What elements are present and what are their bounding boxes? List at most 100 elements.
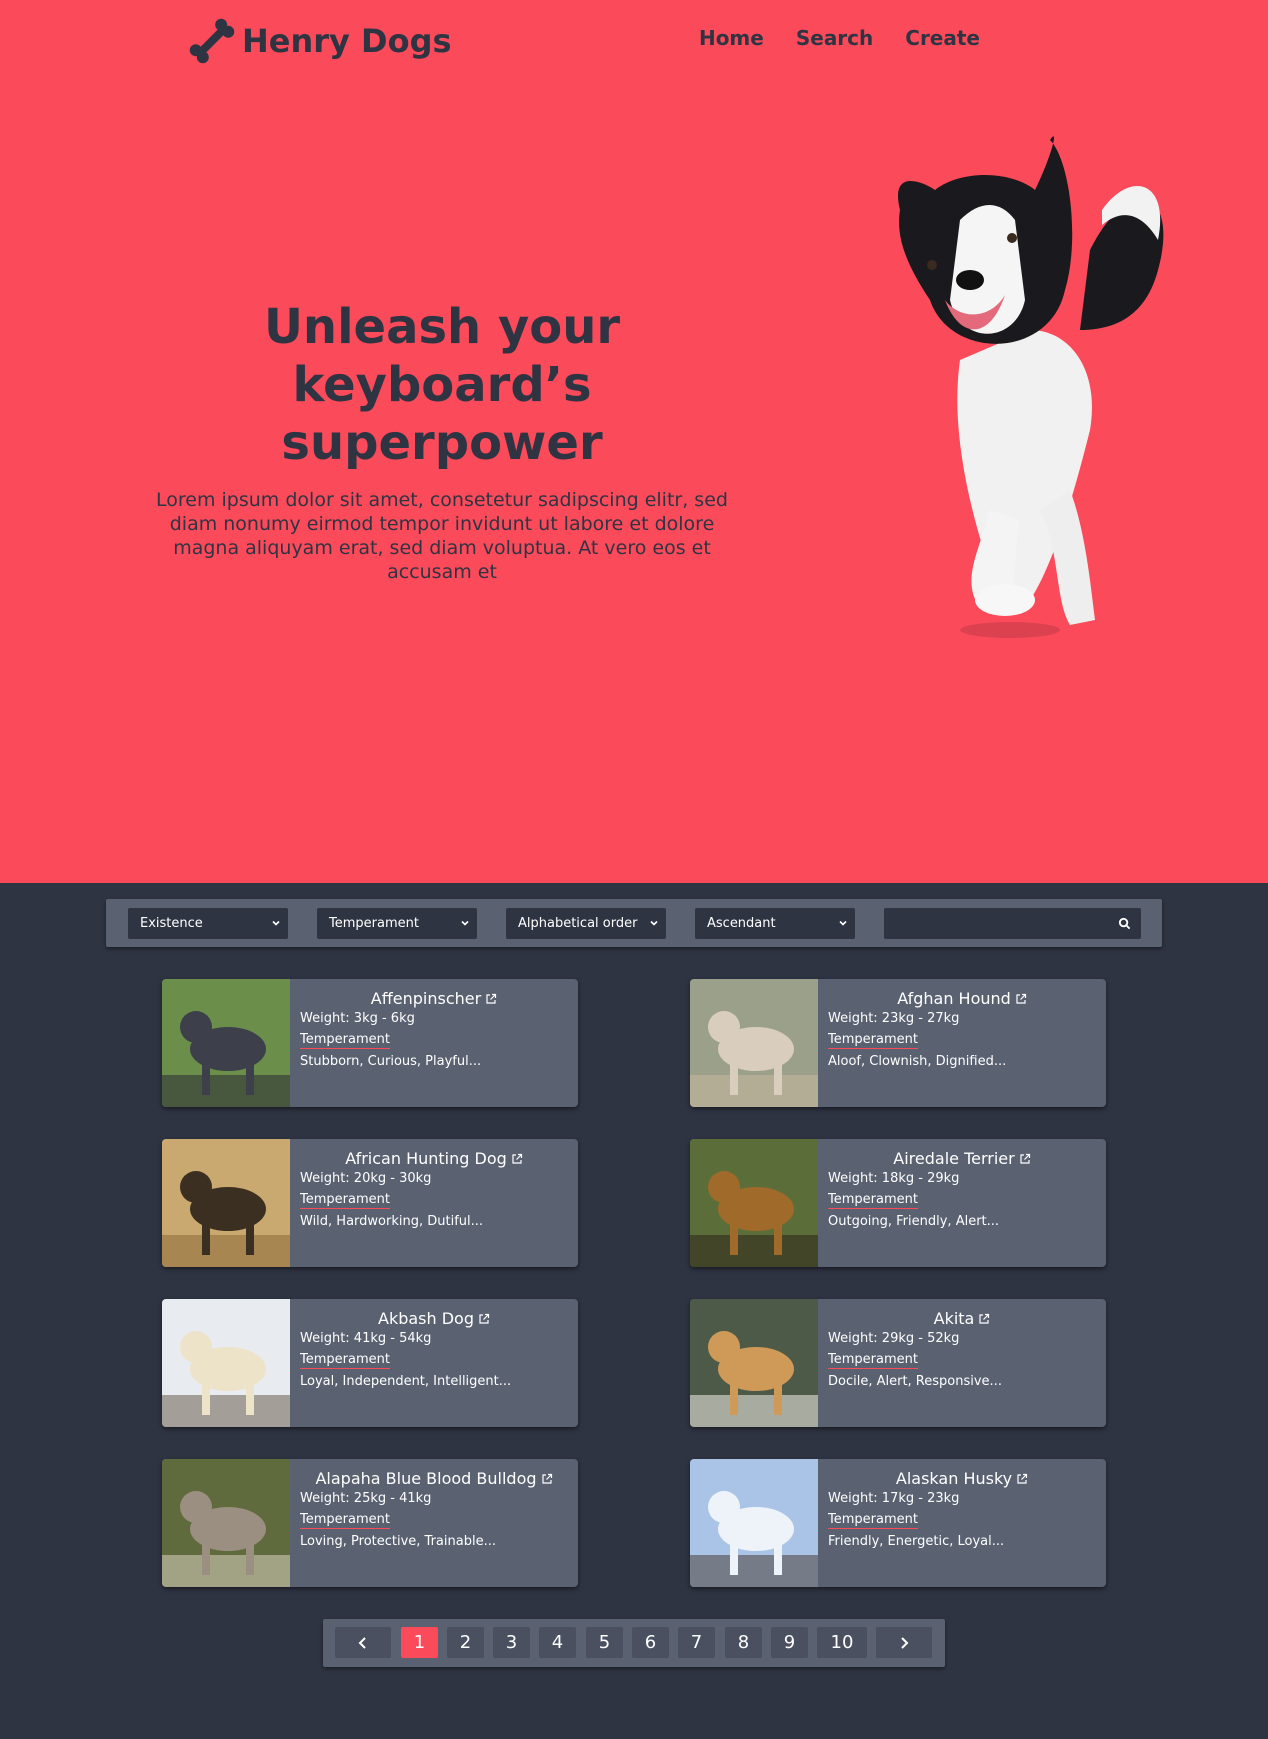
prev-page-button[interactable] (335, 1627, 391, 1658)
page-button-6[interactable]: 6 (632, 1627, 669, 1658)
temperament-label: Temperament (828, 1192, 918, 1209)
dog-card[interactable]: Affenpinscher Weight: 3kg - 6kg Temperam… (162, 979, 578, 1107)
dog-card[interactable]: Alapaha Blue Blood Bulldog Weight: 25kg … (162, 1459, 578, 1587)
nav-home[interactable]: Home (699, 26, 764, 50)
temperament-label: Temperament (300, 1032, 390, 1049)
logo[interactable]: Henry Dogs (186, 16, 452, 66)
logo-text: Henry Dogs (242, 22, 452, 60)
temperament-label: Temperament (300, 1192, 390, 1209)
temperament-label: Temperament (828, 1512, 918, 1529)
dog-name[interactable]: Akbash Dog (290, 1309, 578, 1328)
existence-select-value: Existence (140, 916, 203, 931)
page-button-2[interactable]: 2 (447, 1627, 484, 1658)
page-button-8[interactable]: 8 (725, 1627, 762, 1658)
dog-card[interactable]: Akbash Dog Weight: 41kg - 54kg Temperame… (162, 1299, 578, 1427)
order-select[interactable]: Alphabetical order (506, 908, 666, 939)
temperament-select[interactable]: Temperament (317, 908, 477, 939)
page-button-7[interactable]: 7 (678, 1627, 715, 1658)
dog-temperament: Stubborn, Curious, Playful... (300, 1054, 482, 1069)
dog-photo (162, 1459, 290, 1587)
dog-photo (162, 1299, 290, 1427)
search-input[interactable] (884, 908, 1108, 939)
dog-name[interactable]: Alapaha Blue Blood Bulldog (290, 1469, 578, 1488)
hero-title: Unleash your keyboard’s superpower (150, 298, 734, 472)
dog-temperament: Wild, Hardworking, Dutiful... (300, 1214, 484, 1229)
temperament-label: Temperament (300, 1512, 390, 1529)
page-button-9[interactable]: 9 (771, 1627, 808, 1658)
dog-photo (690, 1139, 818, 1267)
existence-select[interactable]: Existence (128, 908, 288, 939)
chevron-left-icon (358, 1636, 366, 1649)
hero-title-line-1: Unleash your (263, 299, 621, 355)
dog-name[interactable]: Airedale Terrier (818, 1149, 1106, 1168)
chevron-down-icon (839, 920, 847, 926)
chevron-down-icon (650, 920, 658, 926)
dog-card[interactable]: Airedale Terrier Weight: 18kg - 29kg Tem… (690, 1139, 1106, 1267)
bone-icon (189, 18, 235, 64)
dog-photo (162, 1139, 290, 1267)
external-link-icon (1016, 993, 1026, 1004)
search-icon (1118, 917, 1131, 930)
temperament-label: Temperament (828, 1352, 918, 1369)
dog-card[interactable]: Afghan Hound Weight: 23kg - 27kg Tempera… (690, 979, 1106, 1107)
dog-name-text: Akbash Dog (378, 1309, 474, 1328)
dog-card[interactable]: Akita Weight: 29kg - 52kg Temperament Do… (690, 1299, 1106, 1427)
dog-temperament: Friendly, Energetic, Loyal... (828, 1534, 1005, 1549)
dog-weight: Weight: 29kg - 52kg (828, 1331, 960, 1346)
pagination: 1 2 3 4 5 6 7 8 9 10 (323, 1619, 945, 1667)
dog-name-text: Alapaha Blue Blood Bulldog (315, 1469, 537, 1488)
page-button-4[interactable]: 4 (539, 1627, 576, 1658)
main-nav: Home Search Create (699, 26, 980, 50)
page-button-10[interactable]: 10 (817, 1627, 867, 1658)
external-link-icon (486, 993, 497, 1004)
dog-temperament: Aloof, Clownish, Dignified... (828, 1054, 1007, 1069)
direction-select[interactable]: Ascendant (695, 908, 855, 939)
dog-name[interactable]: Affenpinscher (290, 989, 578, 1008)
dog-name-text: Affenpinscher (370, 989, 482, 1008)
dog-name-text: Alaskan Husky (895, 1469, 1013, 1488)
dog-weight: Weight: 3kg - 6kg (300, 1011, 415, 1026)
dog-photo (690, 1299, 818, 1427)
dog-name[interactable]: Akita (818, 1309, 1106, 1328)
chevron-right-icon (901, 1636, 909, 1649)
dog-name[interactable]: African Hunting Dog (290, 1149, 578, 1168)
dog-temperament: Loyal, Independent, Intelligent... (300, 1374, 512, 1389)
dog-weight: Weight: 23kg - 27kg (828, 1011, 960, 1026)
chevron-down-icon (272, 920, 280, 926)
dog-temperament: Outgoing, Friendly, Alert... (828, 1214, 1000, 1229)
dog-name[interactable]: Alaskan Husky (818, 1469, 1106, 1488)
hero-title-line-3: superpower (281, 415, 603, 471)
next-page-button[interactable] (876, 1627, 932, 1658)
search-button[interactable] (1108, 908, 1141, 939)
nav-create[interactable]: Create (905, 26, 980, 50)
dog-temperament: Docile, Alert, Responsive... (828, 1374, 1002, 1389)
dog-photo (690, 979, 818, 1107)
hero-title-line-2: keyboard’s (292, 357, 592, 413)
external-link-icon (512, 1153, 522, 1164)
hero-description: Lorem ipsum dolor sit amet, consetetur s… (156, 489, 728, 583)
dog-card[interactable]: Alaskan Husky Weight: 17kg - 23kg Temper… (690, 1459, 1106, 1587)
dog-photo (162, 979, 290, 1107)
dog-name-text: Afghan Hound (897, 989, 1011, 1008)
dog-photo (690, 1459, 818, 1587)
page-button-1[interactable]: 1 (401, 1627, 438, 1658)
page-button-5[interactable]: 5 (586, 1627, 623, 1658)
chevron-down-icon (461, 920, 469, 926)
external-link-icon (541, 1473, 552, 1484)
dog-name[interactable]: Afghan Hound (818, 989, 1106, 1008)
page-button-3[interactable]: 3 (493, 1627, 530, 1658)
order-select-value: Alphabetical order (518, 916, 638, 931)
dog-name-text: Akita (933, 1309, 975, 1328)
dog-card[interactable]: African Hunting Dog Weight: 20kg - 30kg … (162, 1139, 578, 1267)
temperament-label: Temperament (300, 1352, 390, 1369)
dog-temperament: Loving, Protective, Trainable... (300, 1534, 496, 1549)
dog-weight: Weight: 17kg - 23kg (828, 1491, 960, 1506)
external-link-icon (1020, 1153, 1030, 1164)
dog-name-text: African Hunting Dog (345, 1149, 507, 1168)
filter-bar: Existence Temperament Alphabetical order… (106, 899, 1162, 947)
hero-section: Henry Dogs Home Search Create Unleash yo… (0, 0, 1268, 883)
temperament-select-value: Temperament (329, 916, 419, 931)
nav-search[interactable]: Search (796, 26, 873, 50)
external-link-icon (979, 1313, 990, 1324)
temperament-label: Temperament (828, 1032, 918, 1049)
